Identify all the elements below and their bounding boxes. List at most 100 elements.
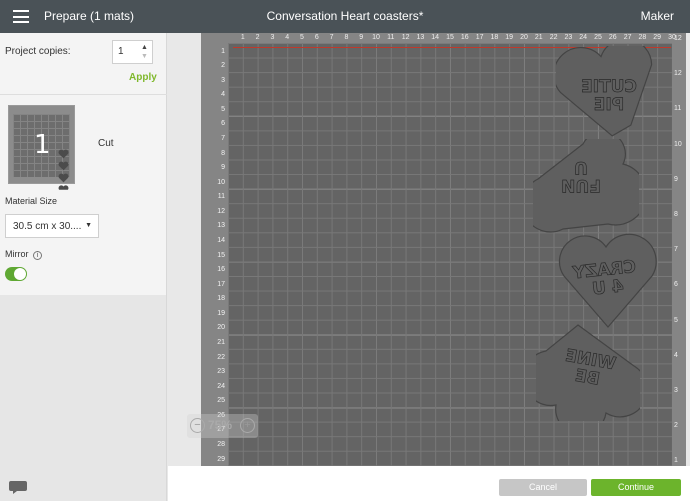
ruler-tick-left: 6 xyxy=(221,120,225,128)
chat-icon[interactable] xyxy=(9,480,27,495)
apply-button[interactable]: Apply xyxy=(129,72,157,83)
cancel-button[interactable]: Cancel xyxy=(499,479,587,496)
ruler-tick-top: 16 xyxy=(460,34,469,41)
ruler-tick-left: 3 xyxy=(221,76,225,84)
ruler-tick-top: 20 xyxy=(520,34,528,41)
mat-mode-label: Cut xyxy=(98,138,114,149)
ruler-tick-top: 26 xyxy=(608,34,617,41)
ruler-tick-left: 20 xyxy=(217,324,225,332)
ruler-tick-left: 24 xyxy=(217,382,225,390)
thumbnail-heart-icon xyxy=(58,161,69,171)
ruler-tick-top: 10 xyxy=(372,34,380,41)
thumbnail-heart-icon xyxy=(58,185,69,190)
ruler-tick-top: 7 xyxy=(329,34,334,41)
material-size-select[interactable]: 30.5 cm x 30.... ▼ xyxy=(5,214,99,238)
toggle-knob xyxy=(14,268,26,280)
ruler-tick-top: 24 xyxy=(579,34,588,41)
zoom-in-icon[interactable]: + xyxy=(240,418,255,433)
material-size-label: Material Size xyxy=(5,196,58,206)
ruler-tick-top: 11 xyxy=(387,34,395,41)
ruler-tick-right: 12 xyxy=(674,70,682,78)
stepper-up-icon[interactable]: ▲ xyxy=(141,43,149,52)
continue-button[interactable]: Continue xyxy=(591,479,681,496)
ruler-tick-left: 9 xyxy=(221,164,225,172)
ruler-tick-left: 25 xyxy=(217,397,225,405)
mat-settings-panel: Project copies: 1 ▲ ▼ Apply 1 Cut Materi… xyxy=(0,33,167,295)
ruler-tick-left: 5 xyxy=(221,105,225,113)
project-copies-value: 1 xyxy=(118,46,124,57)
heart-shape-wine-be[interactable] xyxy=(536,321,640,421)
ruler-tick-top: 6 xyxy=(314,34,319,41)
heart-shape-u-fun[interactable] xyxy=(533,139,639,233)
stepper-down-icon[interactable]: ▼ xyxy=(141,52,149,61)
mirror-label: Mirror i xyxy=(5,249,43,260)
ruler-tick-right: 5 xyxy=(674,316,678,324)
zoom-out-icon[interactable]: − xyxy=(190,418,205,433)
mirror-label-text: Mirror xyxy=(5,249,29,259)
heart-shape-cutie-pie[interactable] xyxy=(556,46,660,138)
mirror-toggle[interactable] xyxy=(5,267,27,281)
machine-selector[interactable]: Maker xyxy=(641,9,674,23)
ruler-tick-left: 11 xyxy=(217,193,225,201)
cutting-mat: 1 2 3 4 5 6 7 8 9 10 11 12 13 14 15 16 17 18 19 20 21 22 23 24 2… xyxy=(201,33,686,466)
ruler-tick-left: 14 xyxy=(217,236,225,244)
ruler-tick-top: 2 xyxy=(255,34,260,41)
ruler-tick-top: 15 xyxy=(446,34,454,41)
thumbnail-heart-icon xyxy=(58,149,69,159)
thumbnail-heart-icon xyxy=(58,173,69,183)
ruler-tick-left: 8 xyxy=(221,149,225,157)
ruler-tick-top: 27 xyxy=(623,34,632,41)
ruler-tick-top: 3 xyxy=(270,34,275,41)
ruler-tick-left: 1 xyxy=(221,47,225,55)
ruler-tick-right: 1 xyxy=(674,457,678,465)
ruler-tick-top: 21 xyxy=(534,34,543,41)
ruler-tick-right: 7 xyxy=(674,246,678,254)
ruler-tick-left: 23 xyxy=(217,368,225,376)
ruler-tick-left: 2 xyxy=(221,62,225,70)
ruler-tick-right: 11 xyxy=(674,105,682,113)
menu-icon[interactable] xyxy=(13,10,29,23)
ruler-tick-top: 14 xyxy=(431,34,440,41)
ruler-tick-left: 15 xyxy=(217,251,225,259)
caret-down-icon: ▼ xyxy=(85,222,92,229)
ruler-tick-top: 29 xyxy=(653,34,662,41)
ruler-tick-left: 28 xyxy=(217,440,225,448)
ruler-tick-left: 19 xyxy=(217,309,225,317)
info-icon[interactable]: i xyxy=(33,251,43,260)
mat-thumbnail[interactable]: 1 xyxy=(8,105,75,190)
ruler-tick-left: 7 xyxy=(221,134,225,142)
mat-canvas[interactable]: 1 2 3 4 5 6 7 8 9 10 11 12 13 14 15 16 17 18 19 20 21 22 23 24 2… xyxy=(168,33,690,466)
ruler-tick-top: 23 xyxy=(564,34,573,41)
copies-stepper[interactable]: ▲ ▼ xyxy=(141,43,149,61)
material-size-value: 30.5 cm x 30.... xyxy=(13,221,82,232)
project-copies-input[interactable]: 1 ▲ ▼ xyxy=(112,40,153,64)
zoom-level: 75% xyxy=(208,418,233,432)
project-copies-label: Project copies: xyxy=(5,46,71,57)
ruler-tick-top: 5 xyxy=(300,34,304,41)
ruler-tick-right: 9 xyxy=(674,175,678,183)
ruler-tick-top: 18 xyxy=(490,34,499,41)
ruler-tick-right: 3 xyxy=(674,387,678,394)
ruler-tick-top: 28 xyxy=(638,34,647,41)
ruler-tick-left: 13 xyxy=(217,222,225,230)
ruler-tick-left: 18 xyxy=(217,295,225,303)
ruler-tick-top: 4 xyxy=(285,34,290,41)
ruler-corner-label: 12 xyxy=(674,35,682,42)
ruler-tick-left: 17 xyxy=(217,280,225,288)
heart-shape-crazy-4-u[interactable] xyxy=(556,231,660,331)
zoom-control: − 75% + xyxy=(187,414,258,438)
ruler-tick-left: 10 xyxy=(217,178,225,186)
ruler-tick-left: 22 xyxy=(217,353,225,361)
ruler-tick-top: 19 xyxy=(505,34,514,41)
ruler-tick-left: 21 xyxy=(217,338,225,346)
ruler-tick-right: 4 xyxy=(674,351,678,359)
mat-list-empty-area xyxy=(0,295,167,501)
ruler-tick-left: 4 xyxy=(221,91,225,99)
ruler-tick-top: 9 xyxy=(359,34,364,41)
mat-number: 1 xyxy=(34,130,51,160)
ruler-tick-top: 25 xyxy=(594,34,602,41)
divider xyxy=(0,94,167,95)
ruler-tick-top: 17 xyxy=(475,34,484,41)
ruler-tick-top: 13 xyxy=(416,34,425,41)
ruler-tick-right: 10 xyxy=(674,140,682,148)
